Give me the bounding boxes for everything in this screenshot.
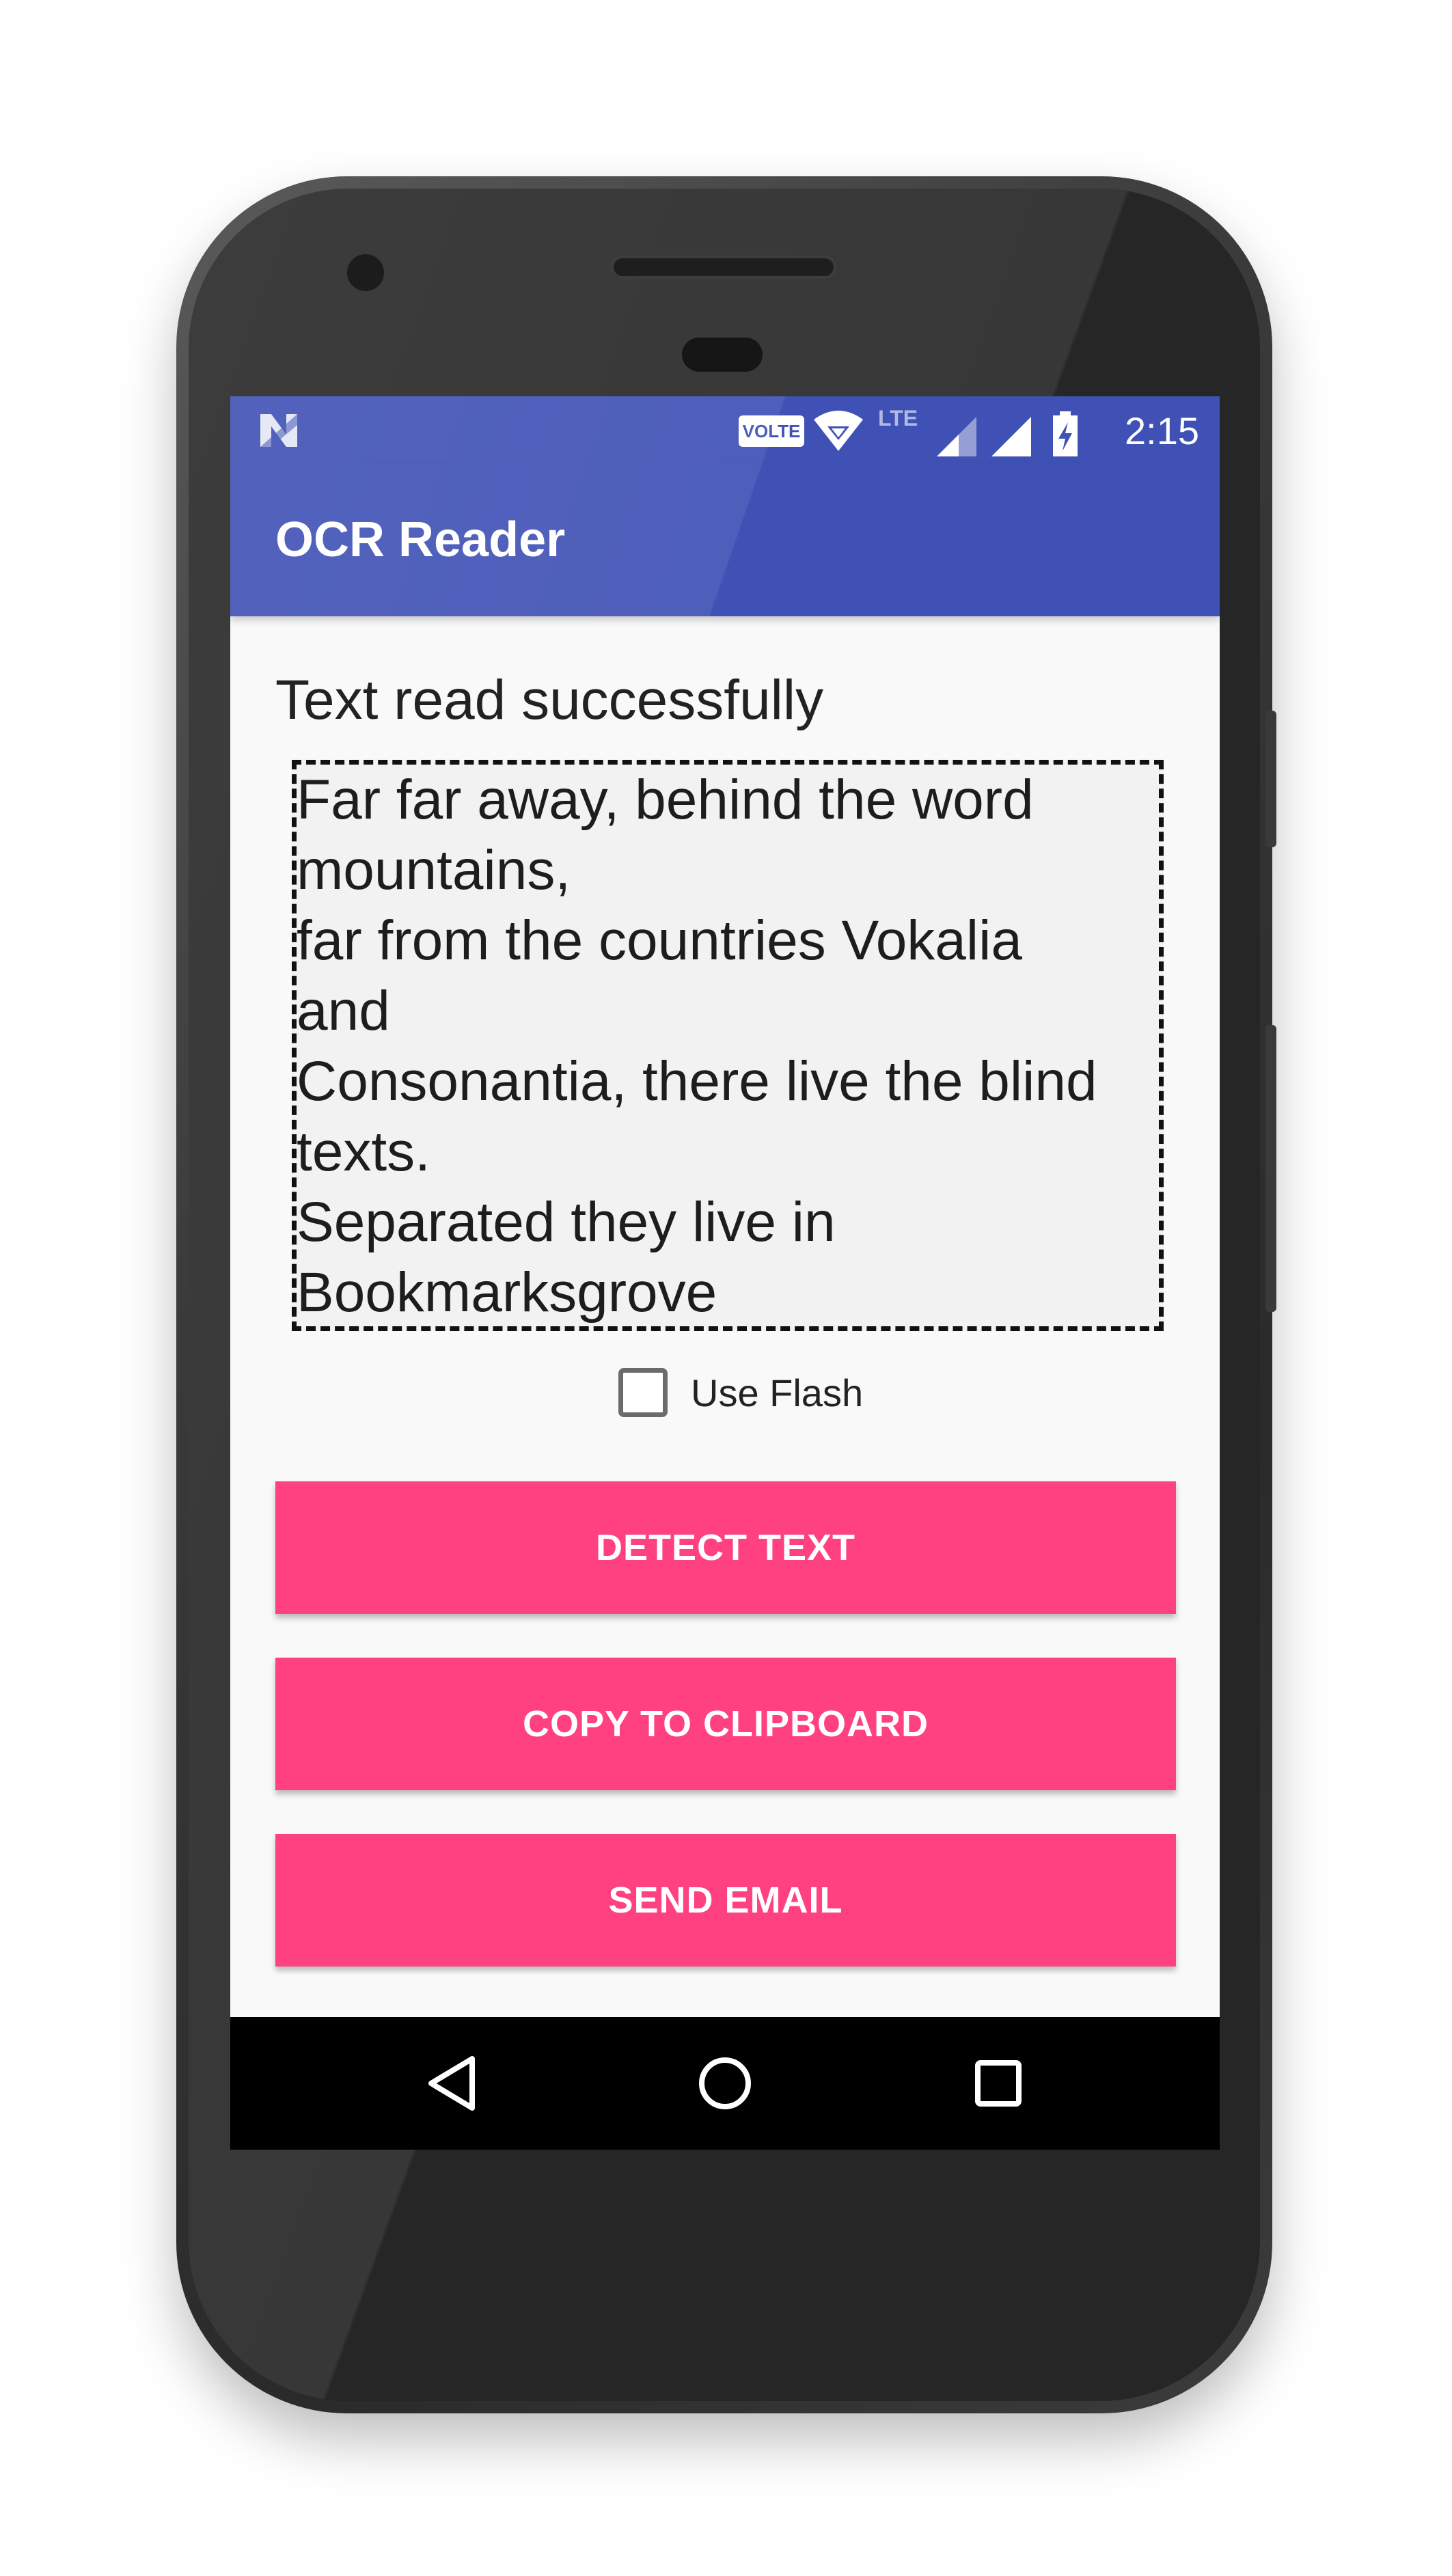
status-bar: VOLTE LTE 2:15: [230, 396, 1220, 463]
volume-buttons: [1265, 1025, 1276, 1312]
volte-badge: VOLTE: [739, 415, 804, 447]
lte-signal-icon: [937, 417, 976, 456]
lte-label: LTE: [878, 406, 918, 430]
ocr-result-text[interactable]: Far far away, behind the word mountains,…: [292, 760, 1164, 1331]
send-email-button[interactable]: SEND EMAIL: [275, 1834, 1176, 1967]
device-screen: VOLTE LTE 2:15 OCR Reader Text read succ…: [230, 396, 1220, 2150]
detect-text-button[interactable]: DETECT TEXT: [275, 1481, 1176, 1614]
notification-n-icon: [260, 414, 297, 447]
front-camera: [342, 249, 389, 297]
home-icon[interactable]: [692, 2051, 758, 2116]
status-message: Text read successfully: [275, 669, 824, 731]
status-time: 2:15: [1125, 409, 1199, 452]
wifi-icon: [814, 411, 863, 451]
recents-icon[interactable]: [965, 2051, 1031, 2116]
proximity-sensor: [682, 338, 763, 372]
earpiece-speaker: [611, 256, 836, 279]
cell-signal-icon: [991, 417, 1031, 456]
use-flash-label: Use Flash: [691, 1371, 864, 1414]
use-flash-checkbox[interactable]: [618, 1368, 668, 1417]
copy-to-clipboard-button[interactable]: COPY TO CLIPBOARD: [275, 1658, 1176, 1790]
battery-charging-icon: [1053, 411, 1078, 456]
navigation-bar: [230, 2017, 1220, 2150]
power-button: [1265, 711, 1276, 847]
app-title: OCR Reader: [275, 512, 566, 567]
back-icon[interactable]: [419, 2051, 484, 2116]
use-flash-row[interactable]: Use Flash: [618, 1367, 863, 1419]
app-toolbar: OCR Reader: [230, 463, 1220, 616]
